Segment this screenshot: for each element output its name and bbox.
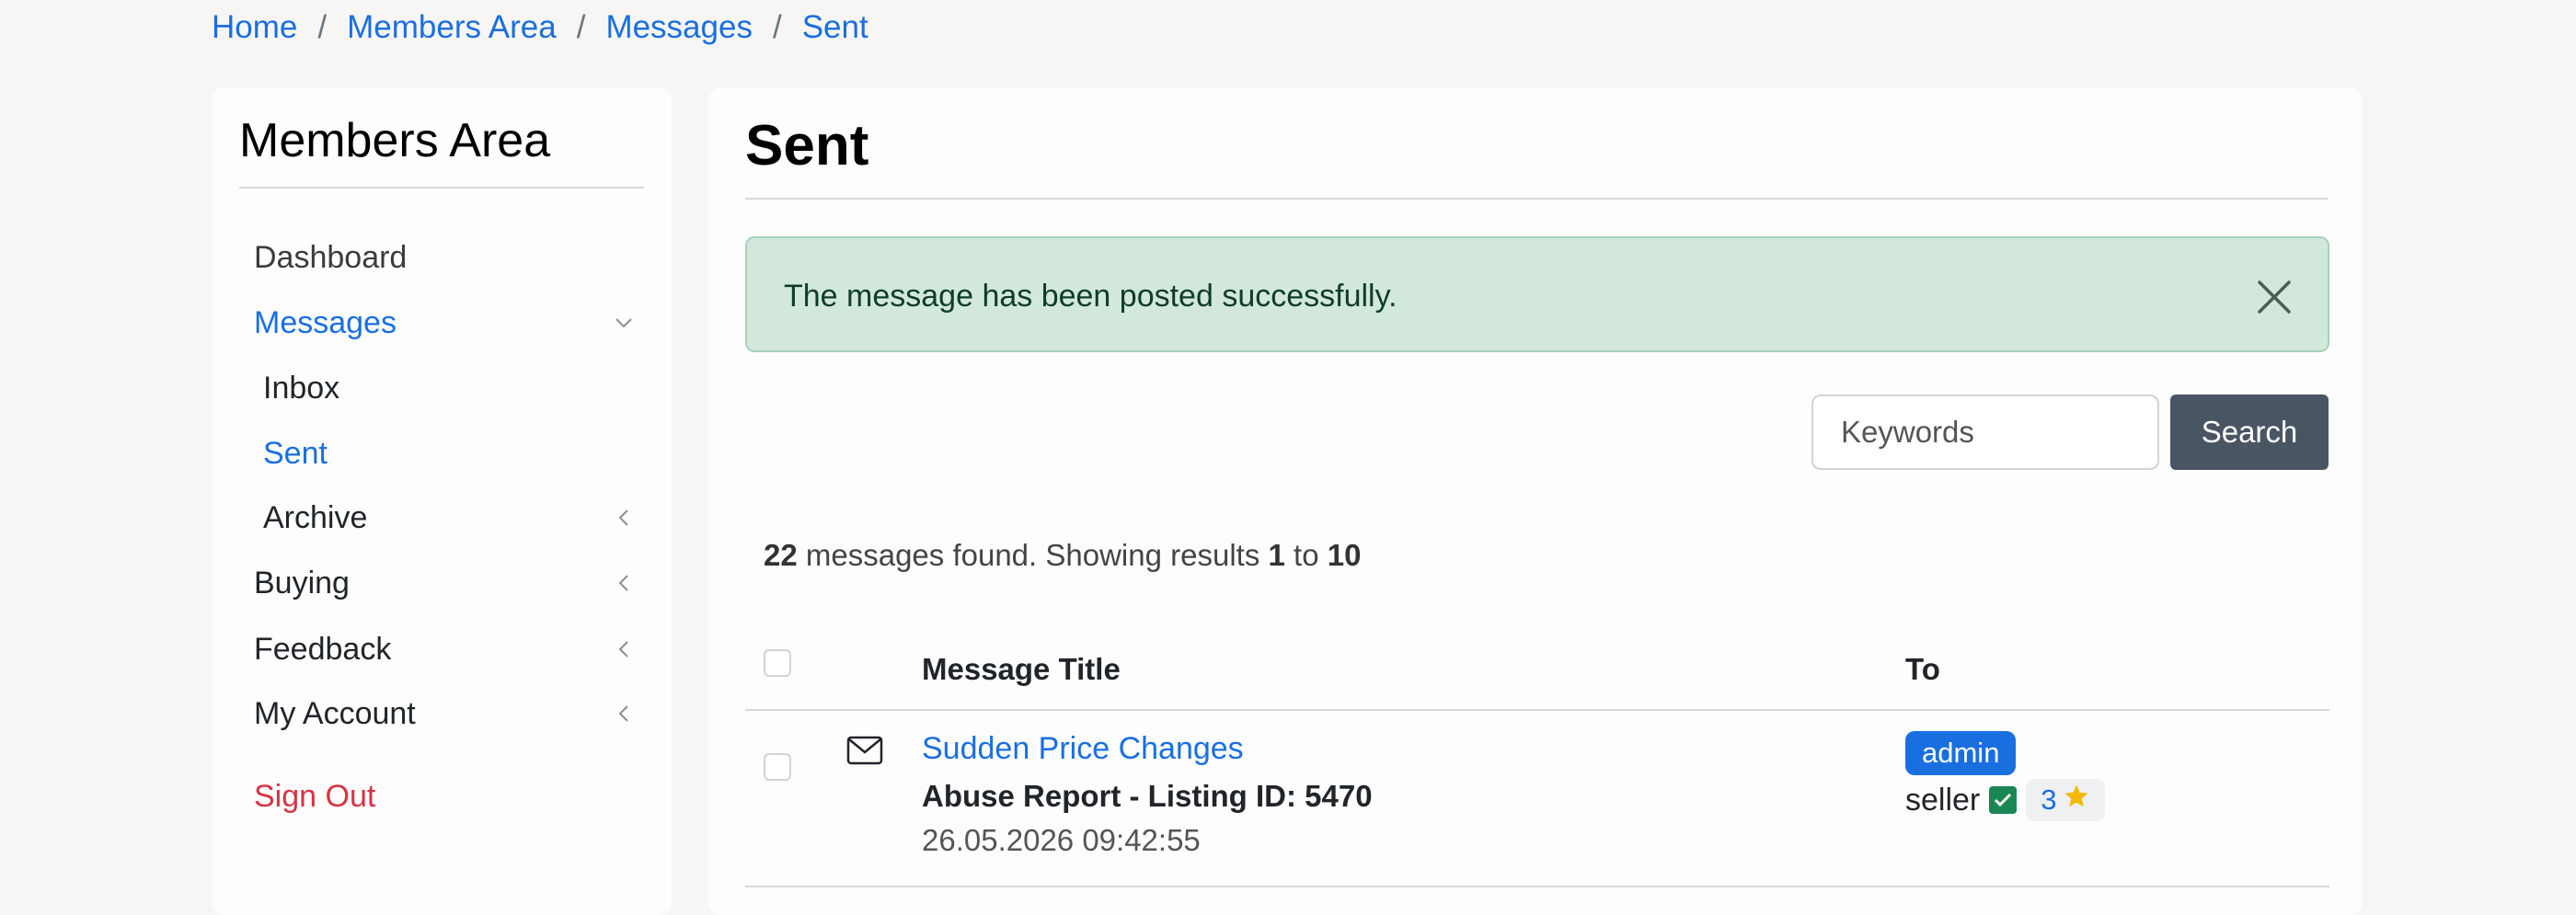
sidebar-item-label: Inbox	[263, 370, 340, 406]
chevron-left-icon	[613, 507, 635, 529]
sidebar-item-inbox[interactable]: Inbox	[263, 365, 635, 411]
sidebar-item-label: Archive	[263, 499, 368, 535]
table-divider	[745, 709, 2329, 711]
alert-message: The message has been posted successfully…	[784, 279, 1397, 314]
breadcrumb-messages-link[interactable]: Messages	[605, 9, 753, 46]
breadcrumb-sent-link[interactable]: Sent	[802, 9, 868, 46]
feedback-rating-badge[interactable]: 3	[2026, 779, 2105, 821]
chevron-left-icon	[613, 572, 635, 594]
breadcrumb: Home / Members Area / Messages / Sent	[212, 9, 868, 46]
search-button[interactable]: Search	[2170, 395, 2329, 470]
breadcrumb-separator: /	[772, 9, 782, 45]
sidebar-item-messages[interactable]: Messages	[254, 300, 635, 346]
chevron-left-icon	[613, 703, 635, 725]
sidebar-item-label: Sent	[263, 435, 328, 471]
search-input[interactable]	[1811, 395, 2159, 470]
sidebar-item-label: My Account	[254, 695, 416, 731]
page-title: Sent	[745, 114, 869, 177]
sidebar-item-archive[interactable]: Archive	[263, 495, 635, 541]
message-date: 26.05.2026 09:42:55	[922, 823, 1201, 857]
recipient-username[interactable]: seller	[1905, 783, 1980, 818]
sidebar-item-label: Buying	[254, 565, 350, 600]
column-header-to: To	[1905, 652, 1940, 686]
envelope-icon	[846, 736, 883, 765]
sidebar-item-my-account[interactable]: My Account	[254, 691, 635, 737]
sidebar-item-sent[interactable]: Sent	[263, 430, 635, 476]
message-title-link[interactable]: Sudden Price Changes	[922, 731, 1244, 767]
sidebar-item-feedback[interactable]: Feedback	[254, 626, 635, 672]
chevron-down-icon	[613, 312, 635, 334]
sidebar-divider	[239, 187, 644, 189]
main-panel: Sent The message has been posted success…	[708, 87, 2363, 915]
results-to: 10	[1327, 538, 1362, 572]
breadcrumb-members-area-link[interactable]: Members Area	[347, 9, 557, 46]
results-text: to	[1284, 538, 1328, 572]
close-icon[interactable]	[2256, 279, 2293, 315]
sidebar-item-label: Dashboard	[254, 239, 408, 275]
breadcrumb-separator: /	[317, 9, 328, 45]
admin-badge: admin	[1905, 731, 2017, 775]
select-all-checkbox[interactable]	[764, 649, 791, 677]
sidebar-item-dashboard[interactable]: Dashboard	[254, 234, 635, 280]
sidebar-title: Members Area	[239, 114, 551, 167]
sidebar-item-label: Feedback	[254, 631, 392, 667]
verified-check-icon	[1989, 786, 2018, 814]
sidebar-item-label: Sign Out	[254, 778, 376, 814]
sidebar-item-buying[interactable]: Buying	[254, 560, 635, 606]
success-alert: The message has been posted successfully…	[745, 236, 2329, 352]
table-divider	[745, 886, 2329, 887]
star-icon	[2063, 783, 2090, 818]
column-header-message-title: Message Title	[922, 652, 1121, 686]
results-text: messages found. Showing results	[797, 538, 1269, 572]
sidebar-item-sign-out[interactable]: Sign Out	[254, 773, 635, 819]
chevron-left-icon	[613, 638, 635, 660]
recipient: seller 3	[1905, 779, 2105, 821]
message-subtitle: Abuse Report - Listing ID: 5470	[922, 779, 1373, 813]
rating-score: 3	[2041, 783, 2057, 816]
results-from: 1	[1268, 538, 1285, 572]
results-summary: 22 messages found. Showing results 1 to …	[764, 538, 1361, 573]
results-total: 22	[764, 538, 798, 572]
sidebar-item-label: Messages	[254, 304, 397, 340]
sidebar: Members Area Dashboard Messages Inbox Se…	[212, 87, 672, 915]
breadcrumb-home-link[interactable]: Home	[212, 9, 297, 46]
title-divider	[745, 198, 2328, 200]
row-checkbox[interactable]	[764, 753, 791, 781]
breadcrumb-separator: /	[576, 9, 586, 45]
